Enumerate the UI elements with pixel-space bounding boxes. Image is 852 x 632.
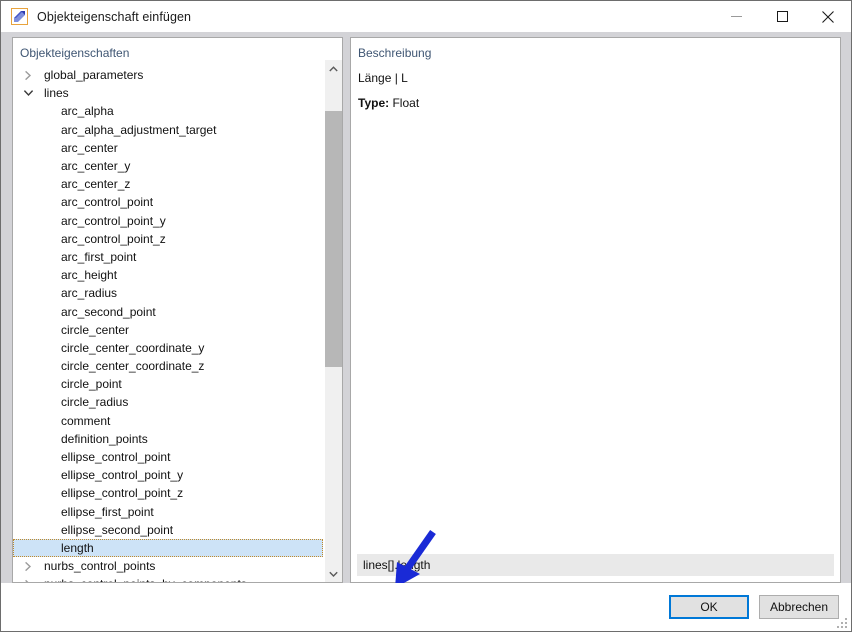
- scrollbar-down-arrow-icon[interactable]: [325, 565, 342, 582]
- tree-item-comment[interactable]: comment: [13, 412, 324, 430]
- tree-item-label: arc_alpha: [61, 104, 114, 119]
- tree-item-label: definition_points: [61, 431, 148, 446]
- dialog-footer: OK Abbrechen: [1, 583, 851, 631]
- tree-item-arc_height[interactable]: arc_height: [13, 266, 324, 284]
- maximize-icon[interactable]: [759, 1, 805, 32]
- dialog-window: Objekteigenschaft einfügen Objekteigensc…: [0, 0, 852, 632]
- tree-item-circle_center_coordinate_z[interactable]: circle_center_coordinate_z: [13, 357, 324, 375]
- tree-item-label: ellipse_control_point_z: [61, 486, 184, 501]
- tree-item-definition_points[interactable]: definition_points: [13, 430, 324, 448]
- insert-property-icon: [11, 8, 28, 25]
- tree-item-label: circle_center_coordinate_y: [61, 340, 205, 355]
- tree-item-label: arc_second_point: [61, 304, 156, 319]
- tree-item-circle_center[interactable]: circle_center: [13, 321, 324, 339]
- property-type-value: Float: [392, 96, 420, 110]
- tree-item-arc_control_point[interactable]: arc_control_point: [13, 193, 324, 211]
- tree-item-label: circle_point: [61, 377, 122, 392]
- tree-item-arc_alpha[interactable]: arc_alpha: [13, 102, 324, 120]
- tree-item-label: ellipse_control_point_y: [61, 468, 184, 483]
- tree-item-label: circle_center_coordinate_z: [61, 359, 205, 374]
- tree-item-arc_control_point_y[interactable]: arc_control_point_y: [13, 212, 324, 230]
- title-bar: Objekteigenschaft einfügen: [1, 1, 851, 32]
- tree-item-arc_center_y[interactable]: arc_center_y: [13, 157, 324, 175]
- tree-item-label: arc_center: [61, 140, 118, 155]
- tree-item-label: circle_radius: [61, 395, 129, 410]
- tree-item-arc_second_point[interactable]: arc_second_point: [13, 302, 324, 320]
- tree-item-ellipse_control_point[interactable]: ellipse_control_point: [13, 448, 324, 466]
- tree-item-label: arc_first_point: [61, 249, 137, 264]
- description-panel: Beschreibung Länge | L Type: Float lines…: [350, 37, 841, 583]
- tree-item-label: lines: [44, 86, 69, 101]
- tree-item-arc_control_point_z[interactable]: arc_control_point_z: [13, 230, 324, 248]
- tree-item-length[interactable]: length: [13, 538, 323, 558]
- tree-item-label: ellipse_control_point: [61, 450, 171, 465]
- tree-item-ellipse_control_point_y[interactable]: ellipse_control_point_y: [13, 466, 324, 484]
- window-title: Objekteigenschaft einfügen: [37, 9, 192, 24]
- tree-item-label: arc_center_z: [61, 177, 131, 192]
- tree-item-label: nurbs_control_points_by_components: [44, 577, 247, 582]
- scrollbar-up-arrow-icon[interactable]: [325, 60, 342, 77]
- chevron-right-icon[interactable]: [20, 579, 36, 582]
- tree-item-circle_center_coordinate_y[interactable]: circle_center_coordinate_y: [13, 339, 324, 357]
- result-expression-text: lines[].length: [363, 558, 431, 572]
- tree-item-circle_radius[interactable]: circle_radius: [13, 393, 324, 411]
- property-type-line: Type: Float: [351, 85, 840, 110]
- tree-item-arc_first_point[interactable]: arc_first_point: [13, 248, 324, 266]
- description-panel-header: Beschreibung: [358, 46, 432, 60]
- tree-item-circle_point[interactable]: circle_point: [13, 375, 324, 393]
- object-properties-panel: Objekteigenschaften global_parameterslin…: [12, 37, 343, 583]
- chevron-right-icon[interactable]: [20, 70, 36, 81]
- tree-item-arc_center_z[interactable]: arc_center_z: [13, 175, 324, 193]
- ok-button[interactable]: OK: [669, 595, 749, 619]
- chevron-down-icon[interactable]: [20, 89, 36, 97]
- tree-item-label: arc_center_y: [61, 159, 131, 174]
- tree-item-nurbs_control_points_by_components[interactable]: nurbs_control_points_by_components: [13, 575, 324, 582]
- minimize-icon[interactable]: [713, 1, 759, 32]
- tree-item-label: arc_alpha_adjustment_target: [61, 122, 217, 137]
- tree-item-label: nurbs_control_points: [44, 559, 156, 574]
- property-type-label: Type:: [358, 96, 390, 110]
- tree-item-label: arc_control_point: [61, 195, 154, 210]
- resize-grip-icon[interactable]: [836, 617, 848, 629]
- close-icon[interactable]: [805, 1, 851, 32]
- dialog-content: Objekteigenschaften global_parameterslin…: [1, 32, 851, 588]
- tree-item-ellipse_control_point_z[interactable]: ellipse_control_point_z: [13, 484, 324, 502]
- tree-item-lines[interactable]: lines: [13, 84, 324, 102]
- window-controls: [713, 1, 851, 32]
- tree-item-label: circle_center: [61, 322, 130, 337]
- property-name-line: Länge | L: [358, 71, 408, 85]
- tree-item-arc_radius[interactable]: arc_radius: [13, 284, 324, 302]
- tree-item-label: ellipse_first_point: [61, 504, 154, 519]
- tree-item-ellipse_first_point[interactable]: ellipse_first_point: [13, 503, 324, 521]
- tree-item-label: arc_radius: [61, 286, 118, 301]
- tree-item-global_parameters[interactable]: global_parameters: [13, 66, 324, 84]
- tree-item-ellipse_second_point[interactable]: ellipse_second_point: [13, 521, 324, 539]
- tree-item-label: comment: [61, 413, 111, 428]
- tree-item-nurbs_control_points[interactable]: nurbs_control_points: [13, 557, 324, 575]
- tree-item-label: global_parameters: [44, 68, 144, 83]
- tree-item-label: ellipse_second_point: [61, 522, 174, 537]
- cancel-button[interactable]: Abbrechen: [759, 595, 839, 619]
- tree-item-arc_alpha_adjustment_target[interactable]: arc_alpha_adjustment_target: [13, 121, 324, 139]
- property-tree[interactable]: global_parameterslines arc_alpha arc_alpha…: [13, 66, 324, 582]
- tree-item-label: arc_height: [61, 268, 118, 283]
- scrollbar-thumb[interactable]: [325, 111, 342, 367]
- tree-scrollbar[interactable]: [324, 60, 342, 582]
- tree-item-arc_center[interactable]: arc_center: [13, 139, 324, 157]
- tree-item-label: length: [61, 540, 94, 555]
- tree-panel-header: Objekteigenschaften: [20, 46, 130, 60]
- tree-item-label: arc_control_point_z: [61, 231, 166, 246]
- chevron-right-icon[interactable]: [20, 561, 36, 572]
- result-expression-field[interactable]: lines[].length: [357, 554, 834, 576]
- tree-item-label: arc_control_point_y: [61, 213, 166, 228]
